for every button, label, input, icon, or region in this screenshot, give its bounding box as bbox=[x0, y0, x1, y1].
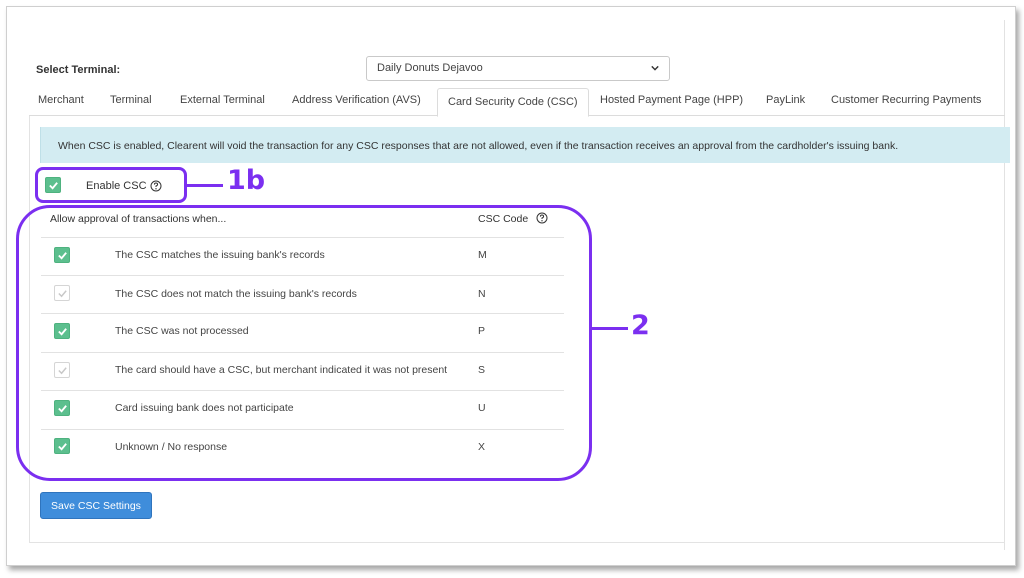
annotation-label-1b: 1b bbox=[227, 165, 266, 196]
tab-merchant[interactable]: Merchant bbox=[38, 94, 84, 106]
select-terminal-label: Select Terminal: bbox=[36, 64, 121, 76]
tab-external-terminal[interactable]: External Terminal bbox=[180, 94, 265, 106]
tab-paylink[interactable]: PayLink bbox=[766, 94, 805, 106]
save-csc-settings-button[interactable]: Save CSC Settings bbox=[40, 492, 152, 519]
tab-hpp[interactable]: Hosted Payment Page (HPP) bbox=[600, 94, 743, 106]
tab-terminal[interactable]: Terminal bbox=[110, 94, 152, 106]
annotation-line-1b bbox=[187, 184, 223, 187]
annotation-label-2: 2 bbox=[631, 310, 650, 341]
terminal-select[interactable]: Daily Donuts Dejavoo bbox=[366, 56, 670, 81]
tab-csc[interactable]: Card Security Code (CSC) bbox=[437, 88, 589, 117]
tab-customer-recurring-payments[interactable]: Customer Recurring Payments bbox=[831, 94, 981, 106]
annotation-box-1b bbox=[35, 167, 187, 203]
terminal-select-value: Daily Donuts Dejavoo bbox=[377, 62, 483, 74]
annotation-line-2 bbox=[592, 327, 628, 330]
info-banner: When CSC is enabled, Clearent will void … bbox=[40, 127, 1010, 163]
annotation-box-2 bbox=[16, 205, 592, 481]
tab-avs[interactable]: Address Verification (AVS) bbox=[292, 94, 421, 106]
chevron-down-icon bbox=[651, 65, 659, 71]
settings-tabs: Merchant Terminal External Terminal Addr… bbox=[29, 88, 1005, 117]
